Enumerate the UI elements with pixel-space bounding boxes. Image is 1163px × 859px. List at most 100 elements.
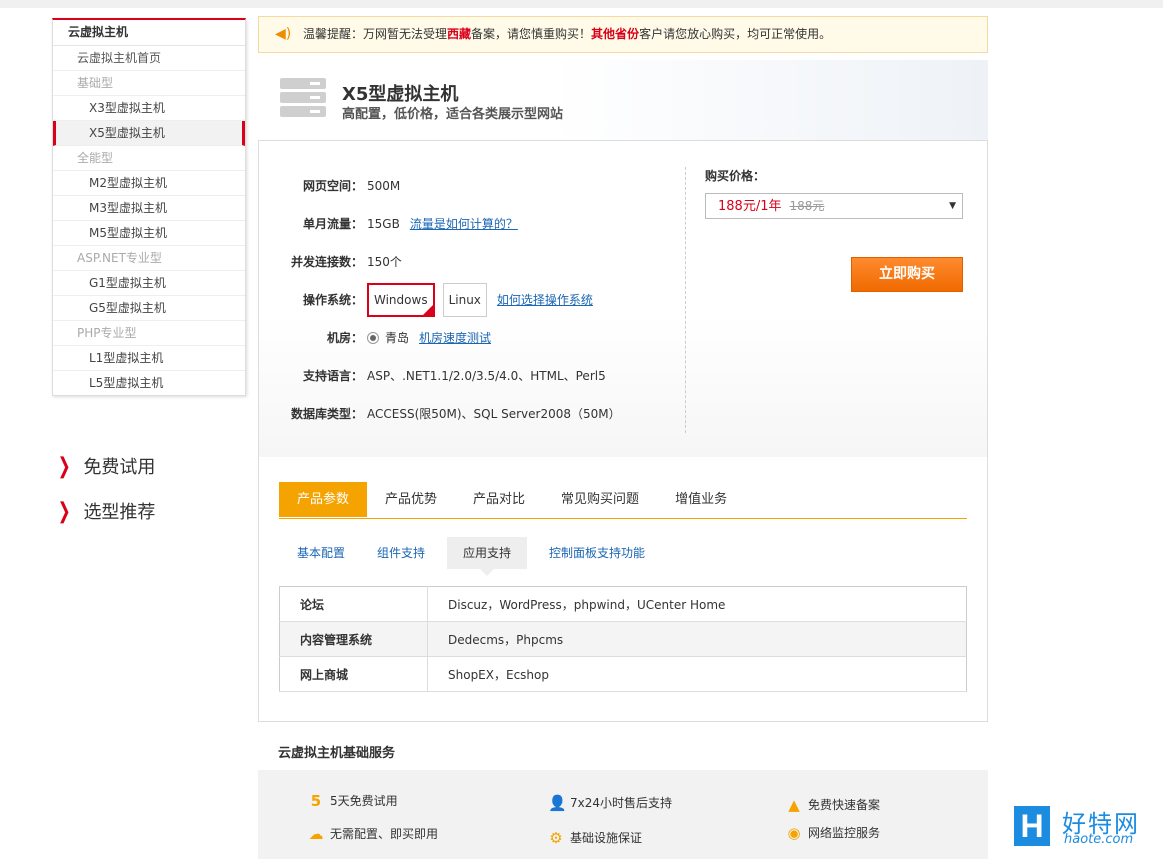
server-icon xyxy=(280,78,326,118)
subtab-apps[interactable]: 应用支持 xyxy=(447,537,528,576)
sidebar-category-all: 全能型 xyxy=(53,146,245,171)
sidebar-category-aspnet: ASP.NET专业型 xyxy=(53,246,245,271)
sidebar-item-m5[interactable]: M5型虚拟主机 xyxy=(53,221,245,246)
spec-value: ACCESS(限50M)、SQL Server2008（50M） xyxy=(367,407,621,421)
service-item: 👤 7x24小时售后支持 xyxy=(548,794,672,811)
service-label: 基础设施保证 xyxy=(570,831,643,845)
spec-label: 单月流量： xyxy=(302,217,363,231)
notice-bar: ◀) 温馨提醒：万网暂无法受理西藏备案，请您慎重购买！其他省份客户请您放心购买，均… xyxy=(258,16,988,53)
rocket-icon: ▲ xyxy=(788,795,800,814)
tab-faq[interactable]: 常见购买问题 xyxy=(543,482,657,517)
product-panel: 网页空间： 500M 单月流量： 15GB 流量是如何计算的？ 并发连接数： 1… xyxy=(258,140,988,722)
spec-value: 500M xyxy=(367,179,401,193)
param-key: 网上商城 xyxy=(279,656,428,692)
spec-label: 支持语言： xyxy=(302,369,363,383)
product-tabs: 产品参数 产品优势 产品对比 常见购买问题 增值业务 xyxy=(279,482,967,519)
product-header: X5型虚拟主机 高配置，低价格，适合各类展示型网站 xyxy=(258,60,988,140)
spec-label: 操作系统： xyxy=(302,293,363,307)
old-price: 188元 xyxy=(789,199,825,213)
notice-highlight-1: 西藏 xyxy=(447,27,472,41)
free-trial-label: 免费试用 xyxy=(83,457,156,478)
chevron-right-icon: ❯ xyxy=(57,453,71,479)
recommend-link[interactable]: ❯ 选型推荐 xyxy=(55,498,156,524)
spec-label: 数据库类型： xyxy=(290,407,363,421)
sidebar-item-l5[interactable]: L5型虚拟主机 xyxy=(53,371,245,395)
spec-section: 网页空间： 500M 单月流量： 15GB 流量是如何计算的？ 并发连接数： 1… xyxy=(259,141,987,457)
param-value: ShopEX，Ecshop xyxy=(427,656,967,692)
service-item: ☁ 无需配置、即买即用 xyxy=(308,824,439,843)
notice-highlight-2: 其他省份 xyxy=(591,27,640,41)
param-value: Dedecms，Phpcms xyxy=(427,621,967,657)
spec-conn-row: 并发连接数： 150个 xyxy=(259,250,402,274)
spec-room-row: 机房： 青岛 机房速度测试 xyxy=(259,326,491,350)
spec-traffic-row: 单月流量： 15GB 流量是如何计算的？ xyxy=(259,212,518,236)
service-label: 免费快速备案 xyxy=(808,798,881,812)
watermark-logo: H 好特网 haote.com xyxy=(1014,804,1154,850)
top-bar xyxy=(0,0,1163,8)
price-value: 188元/1年 xyxy=(718,199,782,214)
param-value: Discuz，WordPress，phpwind，UCenter Home xyxy=(427,586,967,622)
sub-tabs: 基本配置 组件支持 应用支持 控制面板支持功能 xyxy=(287,537,667,576)
spec-db-row: 数据库类型： ACCESS(限50M)、SQL Server2008（50M） xyxy=(259,402,621,426)
sidebar-title: 云虚拟主机 xyxy=(53,20,245,46)
room-speed-link[interactable]: 机房速度测试 xyxy=(419,326,491,350)
product-subtitle: 高配置，低价格，适合各类展示型网站 xyxy=(342,107,564,122)
free-trial-link[interactable]: ❯ 免费试用 xyxy=(55,453,156,479)
subtab-components[interactable]: 组件支持 xyxy=(367,537,435,569)
services-title: 云虚拟主机基础服务 xyxy=(278,746,396,761)
table-row: 内容管理系统 Dedecms，Phpcms xyxy=(279,621,967,657)
service-label: 网络监控服务 xyxy=(808,826,881,840)
os-help-link[interactable]: 如何选择操作系统 xyxy=(497,288,593,312)
speaker-icon: ◀) xyxy=(275,26,292,42)
spec-value: ASP、.NET1.1/2.0/3.5/4.0、HTML、Perl5 xyxy=(367,369,606,383)
subtab-basic[interactable]: 基本配置 xyxy=(287,537,355,569)
sidebar-item-x5[interactable]: X5型虚拟主机 xyxy=(53,121,245,146)
service-label: 7x24小时售后支持 xyxy=(570,796,673,810)
room-radio[interactable] xyxy=(367,332,379,344)
os-option-windows[interactable]: Windows xyxy=(367,283,435,317)
service-item: ▲ 免费快速备案 xyxy=(786,796,880,813)
service-item: 5 5天免费试用 xyxy=(308,792,398,809)
sidebar-item-m2[interactable]: M2型虚拟主机 xyxy=(53,171,245,196)
sidebar-item-g5[interactable]: G5型虚拟主机 xyxy=(53,296,245,321)
notice-mid: 备案，请您慎重购买！ xyxy=(471,27,592,41)
sidebar-item-home[interactable]: 云虚拟主机首页 xyxy=(53,46,245,71)
eye-icon: ◉ xyxy=(787,823,801,842)
sidebar-item-g1[interactable]: G1型虚拟主机 xyxy=(53,271,245,296)
service-label: 无需配置、即买即用 xyxy=(330,827,439,841)
spec-value: 150个 xyxy=(367,255,402,269)
table-row: 网上商城 ShopEX，Ecshop xyxy=(279,656,967,692)
tab-params[interactable]: 产品参数 xyxy=(279,482,368,517)
tab-addons[interactable]: 增值业务 xyxy=(657,482,745,517)
tab-advantages[interactable]: 产品优势 xyxy=(367,482,455,517)
price-label: 购买价格： xyxy=(705,169,766,183)
spec-space-row: 网页空间： 500M xyxy=(259,174,400,198)
spec-label: 机房： xyxy=(326,331,363,345)
buy-now-button[interactable]: 立即购买 xyxy=(851,257,963,292)
spec-label: 网页空间： xyxy=(302,179,363,193)
notice-prefix: 温馨提醒：万网暂无法受理 xyxy=(303,27,448,41)
subtab-panel[interactable]: 控制面板支持功能 xyxy=(539,537,655,569)
sidebar-item-l1[interactable]: L1型虚拟主机 xyxy=(53,346,245,371)
sidebar-item-m3[interactable]: M3型虚拟主机 xyxy=(53,196,245,221)
cloud-icon: ☁ xyxy=(308,824,324,843)
service-item: ◉ 网络监控服务 xyxy=(786,824,880,841)
notice-suffix: 客户请您放心购买，均可正常使用。 xyxy=(639,27,832,41)
sidebar-category-basic: 基础型 xyxy=(53,71,245,96)
gear-icon: ⚙ xyxy=(549,828,563,847)
os-option-linux[interactable]: Linux xyxy=(442,283,487,317)
price-select[interactable]: 188元/1年 188元 ▼ xyxy=(705,193,963,219)
table-row: 论坛 Discuz，WordPress，phpwind，UCenter Home xyxy=(279,586,967,622)
logo-mark: H xyxy=(1014,806,1050,846)
spec-label: 并发连接数： xyxy=(290,255,363,269)
param-key: 内容管理系统 xyxy=(279,621,428,657)
spec-value: 青岛 xyxy=(385,331,410,345)
traffic-help-link[interactable]: 流量是如何计算的？ xyxy=(410,212,518,236)
chevron-right-icon: ❯ xyxy=(57,498,71,524)
sidebar-item-x3[interactable]: X3型虚拟主机 xyxy=(53,96,245,121)
divider xyxy=(685,167,686,433)
spec-value: 15GB xyxy=(367,217,400,231)
tab-compare[interactable]: 产品对比 xyxy=(455,482,543,517)
service-item: ⚙ 基础设施保证 xyxy=(548,829,642,846)
sidebar-nav: 云虚拟主机 云虚拟主机首页 基础型 X3型虚拟主机 X5型虚拟主机 全能型 M2… xyxy=(52,18,246,396)
